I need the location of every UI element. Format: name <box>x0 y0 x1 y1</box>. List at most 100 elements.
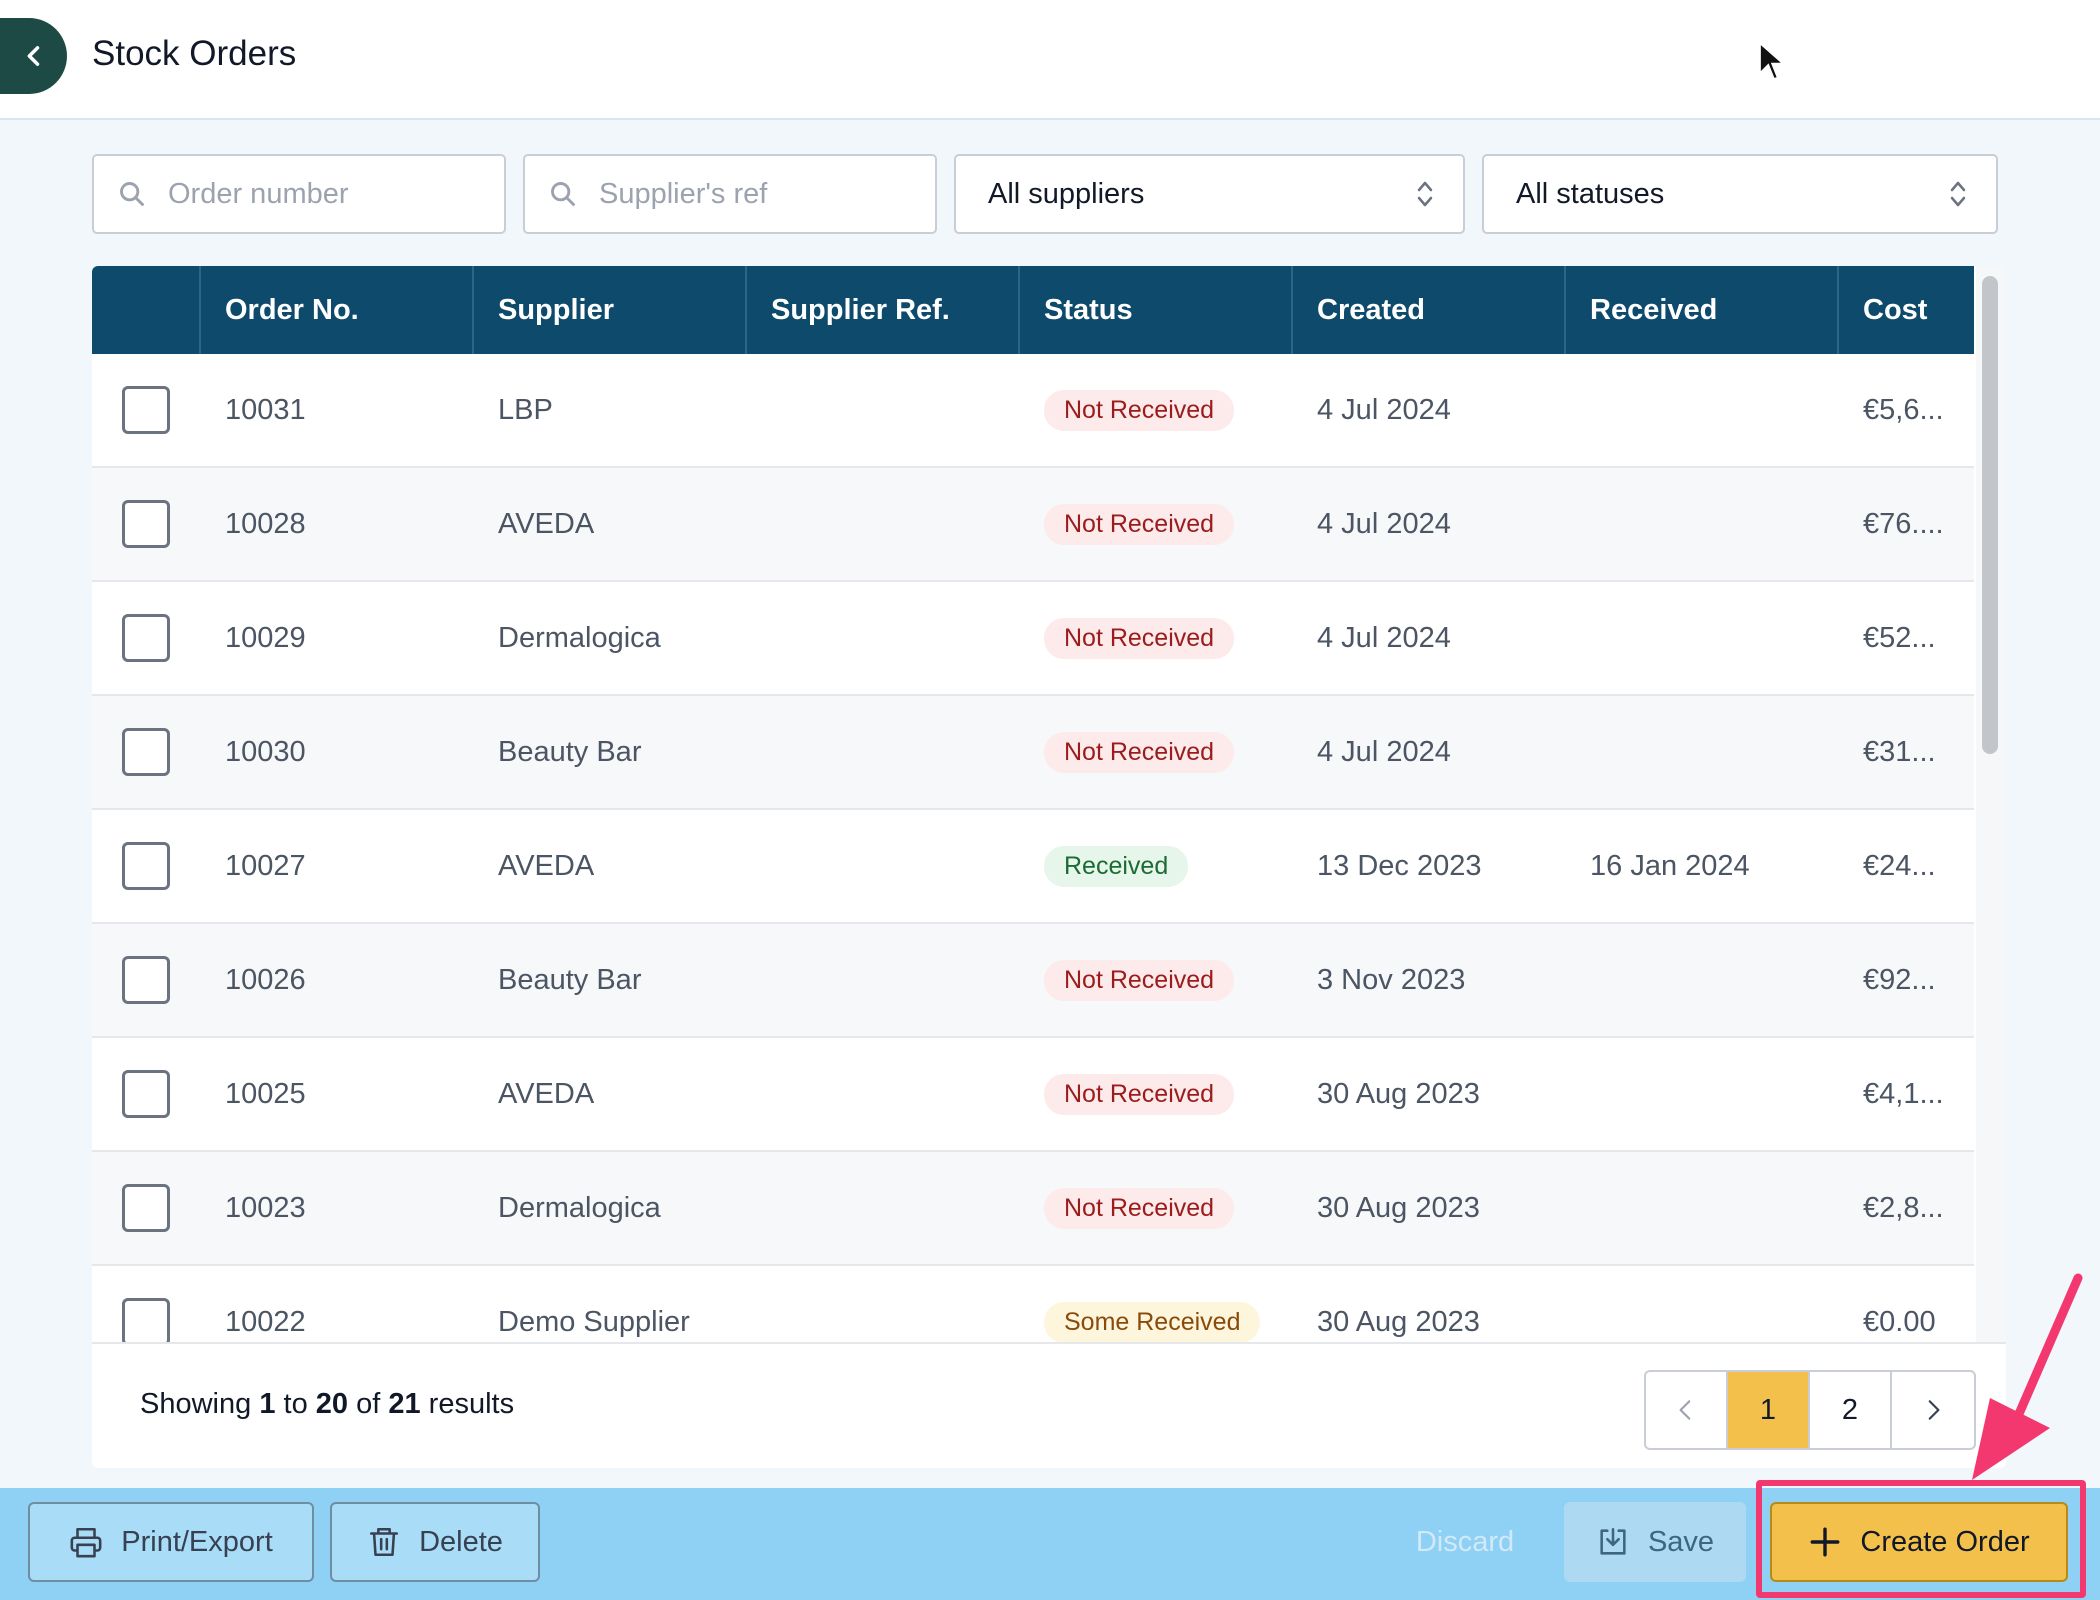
table-row[interactable]: 10025 AVEDA Not Received 30 Aug 2023 €4,1... <box>92 1038 1974 1152</box>
supplier-ref-cell <box>747 924 1020 1036</box>
status-cell: Not Received <box>1020 1038 1293 1150</box>
created-date-cell: 4 Jul 2024 <box>1317 393 1451 426</box>
page-button-1[interactable]: 1 <box>1728 1372 1810 1448</box>
select-arrows-icon <box>1417 181 1433 207</box>
table-row[interactable]: 10031 LBP Not Received 4 Jul 2024 €5,6... <box>92 354 1974 468</box>
received-date-cell <box>1566 582 1839 694</box>
supplier-ref-cell <box>747 582 1020 694</box>
table-body: 10031 LBP Not Received 4 Jul 2024 €5,6... 100… <box>92 354 1974 1354</box>
table-row[interactable]: 10023 Dermalogica Not Received 30 Aug 2023 €… <box>92 1152 1974 1266</box>
row-select-cell <box>92 810 201 922</box>
table-row[interactable]: 10027 AVEDA Received 13 Dec 2023 16 Jan 2024… <box>92 810 1974 924</box>
row-checkbox[interactable] <box>122 1070 170 1118</box>
status-cell: Some Received <box>1020 1266 1293 1354</box>
column-header-order-no[interactable]: Order No. <box>201 266 474 354</box>
status-badge: Not Received <box>1044 389 1235 431</box>
created-date-cell: 3 Nov 2023 <box>1317 963 1466 996</box>
table-row[interactable]: 10030 Beauty Bar Not Received 4 Jul 2024 €31… <box>92 696 1974 810</box>
row-checkbox[interactable] <box>122 842 170 890</box>
status-select[interactable]: All statuses <box>1482 154 1998 234</box>
back-button[interactable] <box>0 18 67 94</box>
supplier-ref-cell <box>747 354 1020 466</box>
row-select-cell <box>92 582 201 694</box>
supplier-cell: AVEDA <box>498 507 595 540</box>
table-row[interactable]: 10029 Dermalogica Not Received 4 Jul 2024 €5… <box>92 582 1974 696</box>
column-header-supplier-ref[interactable]: Supplier Ref. <box>747 266 1020 354</box>
results-summary: Showing 1 to 20 of 21 results <box>140 1388 514 1421</box>
create-order-highlight <box>1756 1480 2086 1598</box>
row-checkbox[interactable] <box>122 500 170 548</box>
cost-cell: €76.... <box>1863 507 1944 540</box>
created-date-cell: 4 Jul 2024 <box>1317 621 1451 654</box>
column-header-received[interactable]: Received <box>1566 266 1839 354</box>
received-date-cell <box>1566 696 1839 808</box>
row-checkbox[interactable] <box>122 386 170 434</box>
row-checkbox[interactable] <box>122 956 170 1004</box>
status-select-value: All statuses <box>1516 177 1665 210</box>
supplier-select[interactable]: All suppliers <box>954 154 1465 234</box>
created-date-cell: 30 Aug 2023 <box>1317 1305 1480 1338</box>
row-select-cell <box>92 1266 201 1354</box>
order-number-cell: 10029 <box>225 621 306 654</box>
row-select-cell <box>92 924 201 1036</box>
column-header-supplier[interactable]: Supplier <box>474 266 747 354</box>
table-row[interactable]: 10022 Demo Supplier Some Received 30 Aug 20… <box>92 1266 1974 1354</box>
print-export-button[interactable]: Print/Export <box>28 1502 314 1582</box>
row-select-cell <box>92 354 201 466</box>
delete-label: Delete <box>419 1525 503 1558</box>
cost-cell: €2,8... <box>1863 1191 1944 1224</box>
order-number-cell: 10026 <box>225 963 306 996</box>
status-cell: Not Received <box>1020 582 1293 694</box>
delete-button[interactable]: Delete <box>330 1502 540 1582</box>
cost-cell: €5,6... <box>1863 393 1944 426</box>
results-of-word: of <box>356 1388 381 1420</box>
order-number-search[interactable]: Order number <box>92 154 506 234</box>
row-checkbox[interactable] <box>122 1184 170 1232</box>
results-showing: Showing <box>140 1388 252 1420</box>
order-number-cell: 10031 <box>225 393 306 426</box>
discard-button[interactable]: Discard <box>1390 1502 1540 1582</box>
printer-icon <box>70 1527 102 1558</box>
cost-cell: €24... <box>1863 849 1936 882</box>
column-header-cost[interactable]: Cost <box>1839 266 1974 354</box>
chevron-left-icon <box>27 46 39 66</box>
row-checkbox[interactable] <box>122 1298 170 1346</box>
pagination: 1 2 <box>1644 1370 1976 1450</box>
received-date-cell <box>1566 1038 1839 1150</box>
supplier-cell: Demo Supplier <box>498 1305 690 1338</box>
received-date-cell <box>1566 354 1839 466</box>
page-button-2[interactable]: 2 <box>1810 1372 1892 1448</box>
created-date-cell: 13 Dec 2023 <box>1317 849 1482 882</box>
table-row[interactable]: 10026 Beauty Bar Not Received 3 Nov 2023 €92… <box>92 924 1974 1038</box>
annotation-arrow-icon <box>1972 1273 2083 1480</box>
table-row[interactable]: 10028 AVEDA Not Received 4 Jul 2024 €76.... <box>92 468 1974 582</box>
results-from: 1 <box>259 1388 276 1420</box>
previous-page-button[interactable] <box>1646 1372 1728 1448</box>
row-checkbox[interactable] <box>122 614 170 662</box>
received-date-cell: 16 Jan 2024 <box>1590 849 1750 882</box>
table-footer: Showing 1 to 20 of 21 results 1 2 <box>92 1342 2006 1468</box>
row-checkbox[interactable] <box>122 728 170 776</box>
received-date-cell <box>1566 1266 1839 1354</box>
results-word: results <box>428 1388 515 1420</box>
cost-cell: €92... <box>1863 963 1936 996</box>
received-date-cell <box>1566 1152 1839 1264</box>
status-cell: Not Received <box>1020 924 1293 1036</box>
status-badge: Some Received <box>1044 1301 1261 1343</box>
page-title: Stock Orders <box>92 34 297 73</box>
status-cell: Not Received <box>1020 354 1293 466</box>
column-header-status[interactable]: Status <box>1020 266 1293 354</box>
status-badge: Not Received <box>1044 617 1235 659</box>
supplier-ref-cell <box>747 1038 1020 1150</box>
supplier-ref-cell <box>747 1152 1020 1264</box>
orders-table: Order No. Supplier Supplier Ref. Status … <box>92 266 2006 1468</box>
scrollbar-thumb[interactable] <box>1982 276 1998 754</box>
received-date-cell <box>1566 924 1839 1036</box>
save-button[interactable]: Save <box>1564 1502 1746 1582</box>
supplier-cell: LBP <box>498 393 553 426</box>
column-header-created[interactable]: Created <box>1293 266 1566 354</box>
supplier-ref-search[interactable]: Supplier's ref <box>523 154 937 234</box>
order-number-cell: 10027 <box>225 849 306 882</box>
created-date-cell: 4 Jul 2024 <box>1317 735 1451 768</box>
created-date-cell: 30 Aug 2023 <box>1317 1077 1480 1110</box>
